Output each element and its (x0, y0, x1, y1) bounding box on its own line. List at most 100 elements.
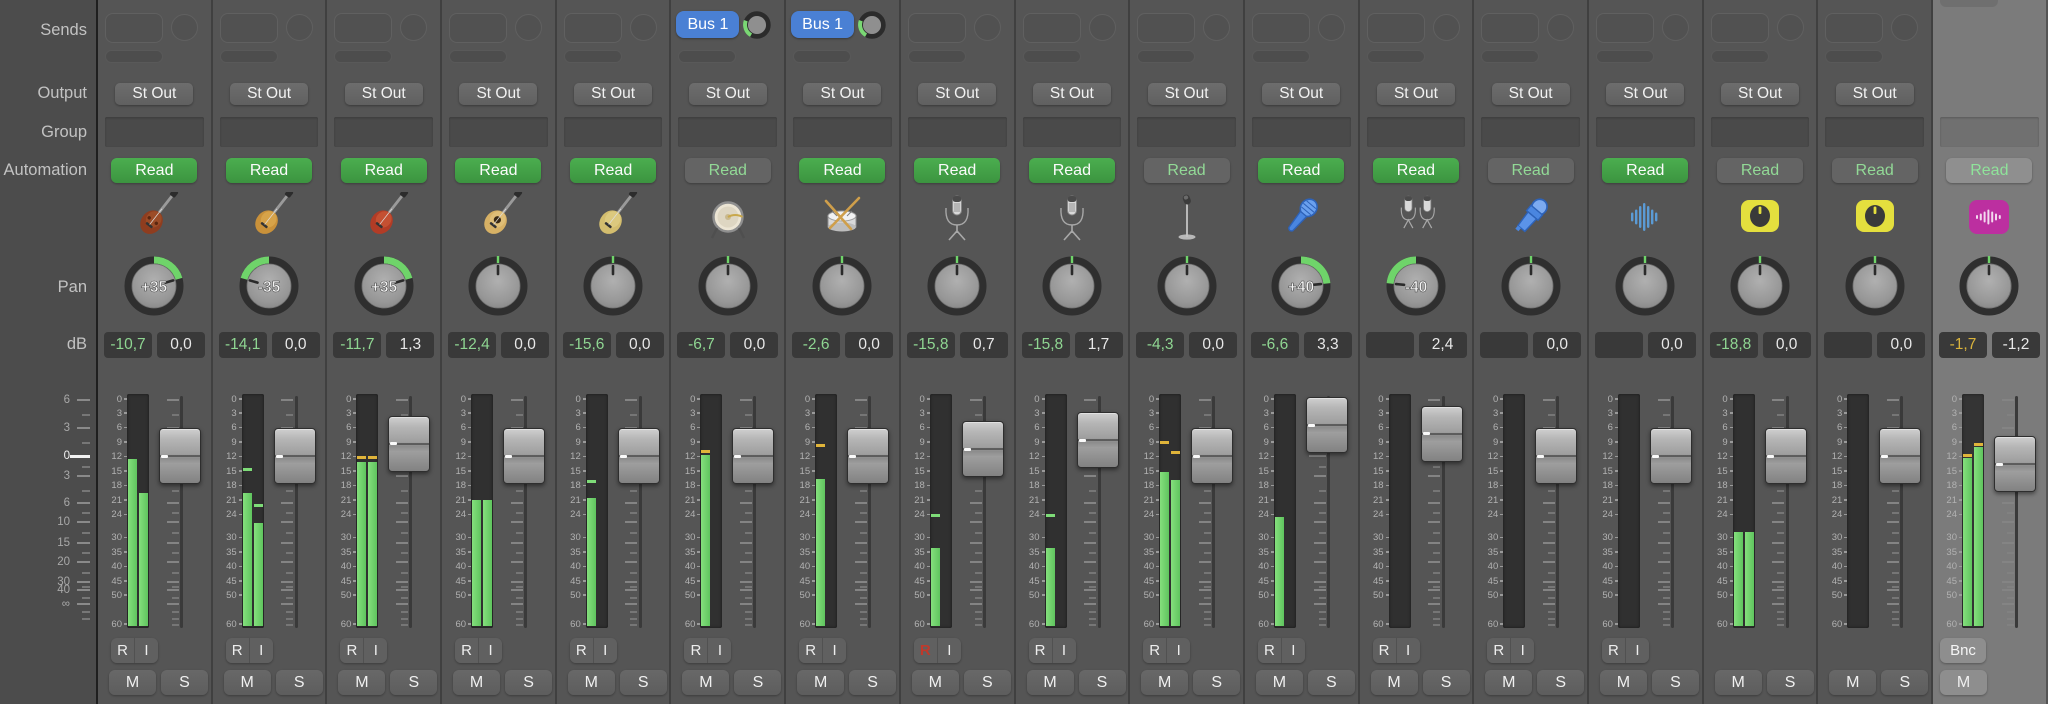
automation-mode-button[interactable]: Read (111, 158, 197, 183)
solo-button[interactable]: S (1881, 670, 1928, 695)
peak-level-display[interactable]: -15,8 (1022, 332, 1070, 358)
pan-knob[interactable]: -35 (238, 255, 300, 322)
send-knob-slot[interactable] (515, 14, 542, 41)
send-slot-2[interactable] (1137, 50, 1195, 63)
output-button[interactable]: St Out (1836, 83, 1914, 105)
fader-level-display[interactable]: 0,0 (616, 332, 664, 358)
guitar-hollow-icon[interactable] (129, 192, 179, 246)
solo-button[interactable]: S (390, 670, 437, 695)
record-enable-button[interactable]: R (455, 638, 479, 663)
automation-mode-button[interactable]: Read (1373, 158, 1459, 183)
dual-mics-icon[interactable] (1391, 192, 1441, 246)
send-slot-1[interactable] (334, 13, 392, 43)
send-slot-2[interactable] (908, 50, 966, 63)
fader-level-display[interactable]: 2,4 (1419, 332, 1467, 358)
mute-button[interactable]: M (1027, 670, 1074, 695)
send-knob-slot[interactable] (1662, 14, 1689, 41)
automation-mode-button[interactable]: Read (914, 158, 1000, 183)
mute-button[interactable]: M (1829, 670, 1876, 695)
guitar-acoustic-icon[interactable] (473, 192, 523, 246)
peak-level-display[interactable]: -15,6 (563, 332, 611, 358)
peak-level-display[interactable]: -4,3 (1136, 332, 1184, 358)
send-slot-1[interactable] (1481, 13, 1539, 43)
peak-level-display[interactable] (1595, 332, 1643, 358)
mic-blue-icon[interactable] (1276, 192, 1326, 246)
mute-button[interactable]: M (1940, 670, 1987, 695)
send-knob-slot[interactable] (286, 14, 313, 41)
send-knob-slot[interactable] (1547, 14, 1574, 41)
waveform-magenta-icon[interactable] (1964, 192, 2014, 246)
solo-button[interactable]: S (734, 670, 781, 695)
output-button[interactable]: St Out (689, 83, 767, 105)
output-button[interactable]: St Out (1262, 83, 1340, 105)
solo-button[interactable]: S (276, 670, 323, 695)
snare-drum-icon[interactable] (817, 192, 867, 246)
input-monitor-button[interactable]: I (1626, 638, 1649, 663)
group-slot[interactable] (1596, 117, 1695, 147)
group-slot[interactable] (1711, 117, 1810, 147)
input-monitor-button[interactable]: I (1397, 638, 1420, 663)
pan-knob[interactable] (1041, 255, 1103, 322)
record-enable-button[interactable]: R (1029, 638, 1053, 663)
pan-knob[interactable]: +35 (123, 255, 185, 322)
mute-button[interactable]: M (797, 670, 844, 695)
input-monitor-button[interactable]: I (823, 638, 846, 663)
automation-mode-button[interactable]: Read (1602, 158, 1688, 183)
output-button[interactable]: St Out (1033, 83, 1111, 105)
fader-cap[interactable] (1650, 428, 1692, 484)
automation-mode-button[interactable]: Read (1717, 158, 1803, 183)
output-button[interactable]: St Out (803, 83, 881, 105)
input-monitor-button[interactable]: I (364, 638, 387, 663)
record-enable-button[interactable]: R (570, 638, 594, 663)
send-slot-2[interactable] (1596, 50, 1654, 63)
record-enable-button[interactable]: R (1487, 638, 1511, 663)
output-button[interactable]: St Out (345, 83, 423, 105)
fader-level-display[interactable]: 0,0 (845, 332, 893, 358)
fader-level-display[interactable]: 0,0 (272, 332, 320, 358)
send-knob-slot[interactable] (1203, 14, 1230, 41)
send-knob-slot[interactable] (1433, 14, 1460, 41)
solo-button[interactable]: S (161, 670, 208, 695)
send-level-knob[interactable] (742, 10, 772, 45)
send-slot-1[interactable] (1367, 13, 1425, 43)
pan-knob[interactable]: +40 (1270, 255, 1332, 322)
condenser-mic-icon[interactable] (932, 192, 982, 246)
fader-cap[interactable] (732, 428, 774, 484)
solo-button[interactable]: S (849, 670, 896, 695)
bass-guitar-icon[interactable] (588, 192, 638, 246)
fader-level-display[interactable]: 0,7 (960, 332, 1008, 358)
send-slot-1[interactable] (908, 13, 966, 43)
solo-button[interactable]: S (620, 670, 667, 695)
mute-button[interactable]: M (1600, 670, 1647, 695)
output-button[interactable]: St Out (1606, 83, 1684, 105)
peak-level-display[interactable]: -14,1 (219, 332, 267, 358)
send-slot-2[interactable] (449, 50, 507, 63)
fader-cap[interactable] (962, 421, 1004, 477)
group-slot[interactable] (105, 117, 204, 147)
send-slot-stub[interactable] (1940, 0, 1998, 7)
send-knob-slot[interactable] (1089, 14, 1116, 41)
send-slot-1[interactable] (1023, 13, 1081, 43)
input-monitor-button[interactable]: I (1282, 638, 1305, 663)
pan-knob[interactable] (1958, 255, 2020, 322)
send-slot-2[interactable] (678, 50, 736, 63)
automation-mode-button[interactable]: Read (1258, 158, 1344, 183)
send-slot-2[interactable] (564, 50, 622, 63)
fader-cap[interactable] (159, 428, 201, 484)
record-enable-button[interactable]: R (1602, 638, 1626, 663)
peak-level-display[interactable]: -11,7 (333, 332, 381, 358)
send-slot-2[interactable] (1481, 50, 1539, 63)
send-slot-1[interactable] (1252, 13, 1310, 43)
automation-mode-button[interactable]: Read (1029, 158, 1115, 183)
peak-level-display[interactable] (1366, 332, 1414, 358)
peak-level-display[interactable]: -18,8 (1710, 332, 1758, 358)
automation-mode-button[interactable]: Read (226, 158, 312, 183)
pan-knob[interactable]: -40 (1385, 255, 1447, 322)
solo-button[interactable]: S (1308, 670, 1355, 695)
mute-button[interactable]: M (1485, 670, 1532, 695)
kick-drum-icon[interactable] (703, 192, 753, 246)
input-monitor-button[interactable]: I (1511, 638, 1534, 663)
group-slot[interactable] (1481, 117, 1580, 147)
send-knob-slot[interactable] (974, 14, 1001, 41)
peak-level-display[interactable]: -12,4 (448, 332, 496, 358)
